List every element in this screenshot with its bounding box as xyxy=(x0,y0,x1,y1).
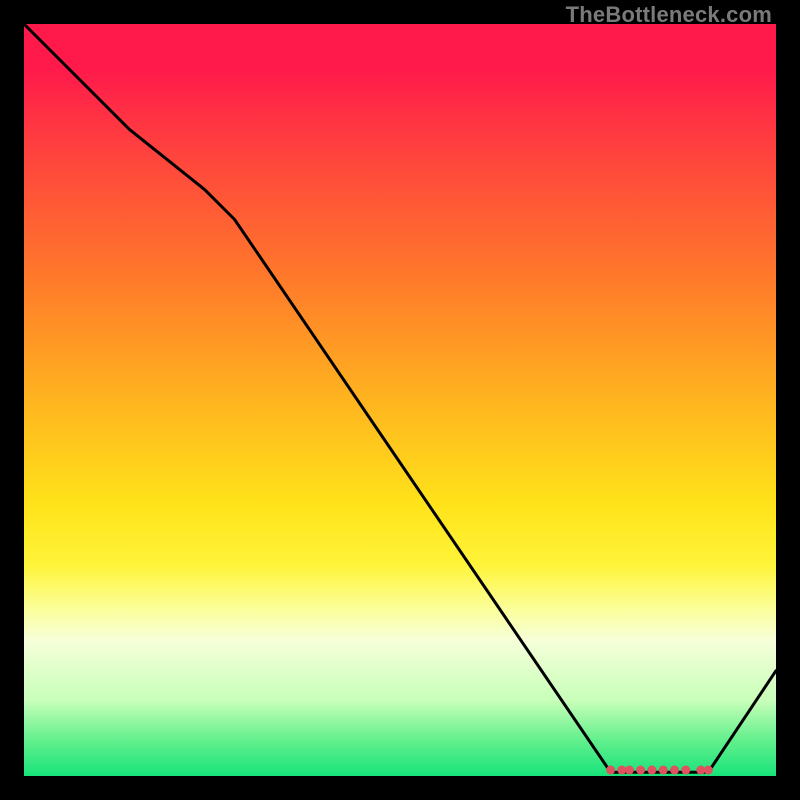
plateau-marker xyxy=(659,766,668,775)
plateau-marker xyxy=(704,766,713,775)
plateau-marker xyxy=(670,766,679,775)
chart-svg xyxy=(24,24,776,776)
plateau-marker xyxy=(625,766,634,775)
watermark-text: TheBottleneck.com xyxy=(566,4,772,26)
data-curve xyxy=(24,24,776,772)
plateau-marker xyxy=(606,766,615,775)
plateau-marker xyxy=(647,766,656,775)
plateau-marker xyxy=(636,766,645,775)
plateau-marker xyxy=(681,766,690,775)
chart-frame: TheBottleneck.com xyxy=(0,0,800,800)
plot-area xyxy=(24,24,776,776)
